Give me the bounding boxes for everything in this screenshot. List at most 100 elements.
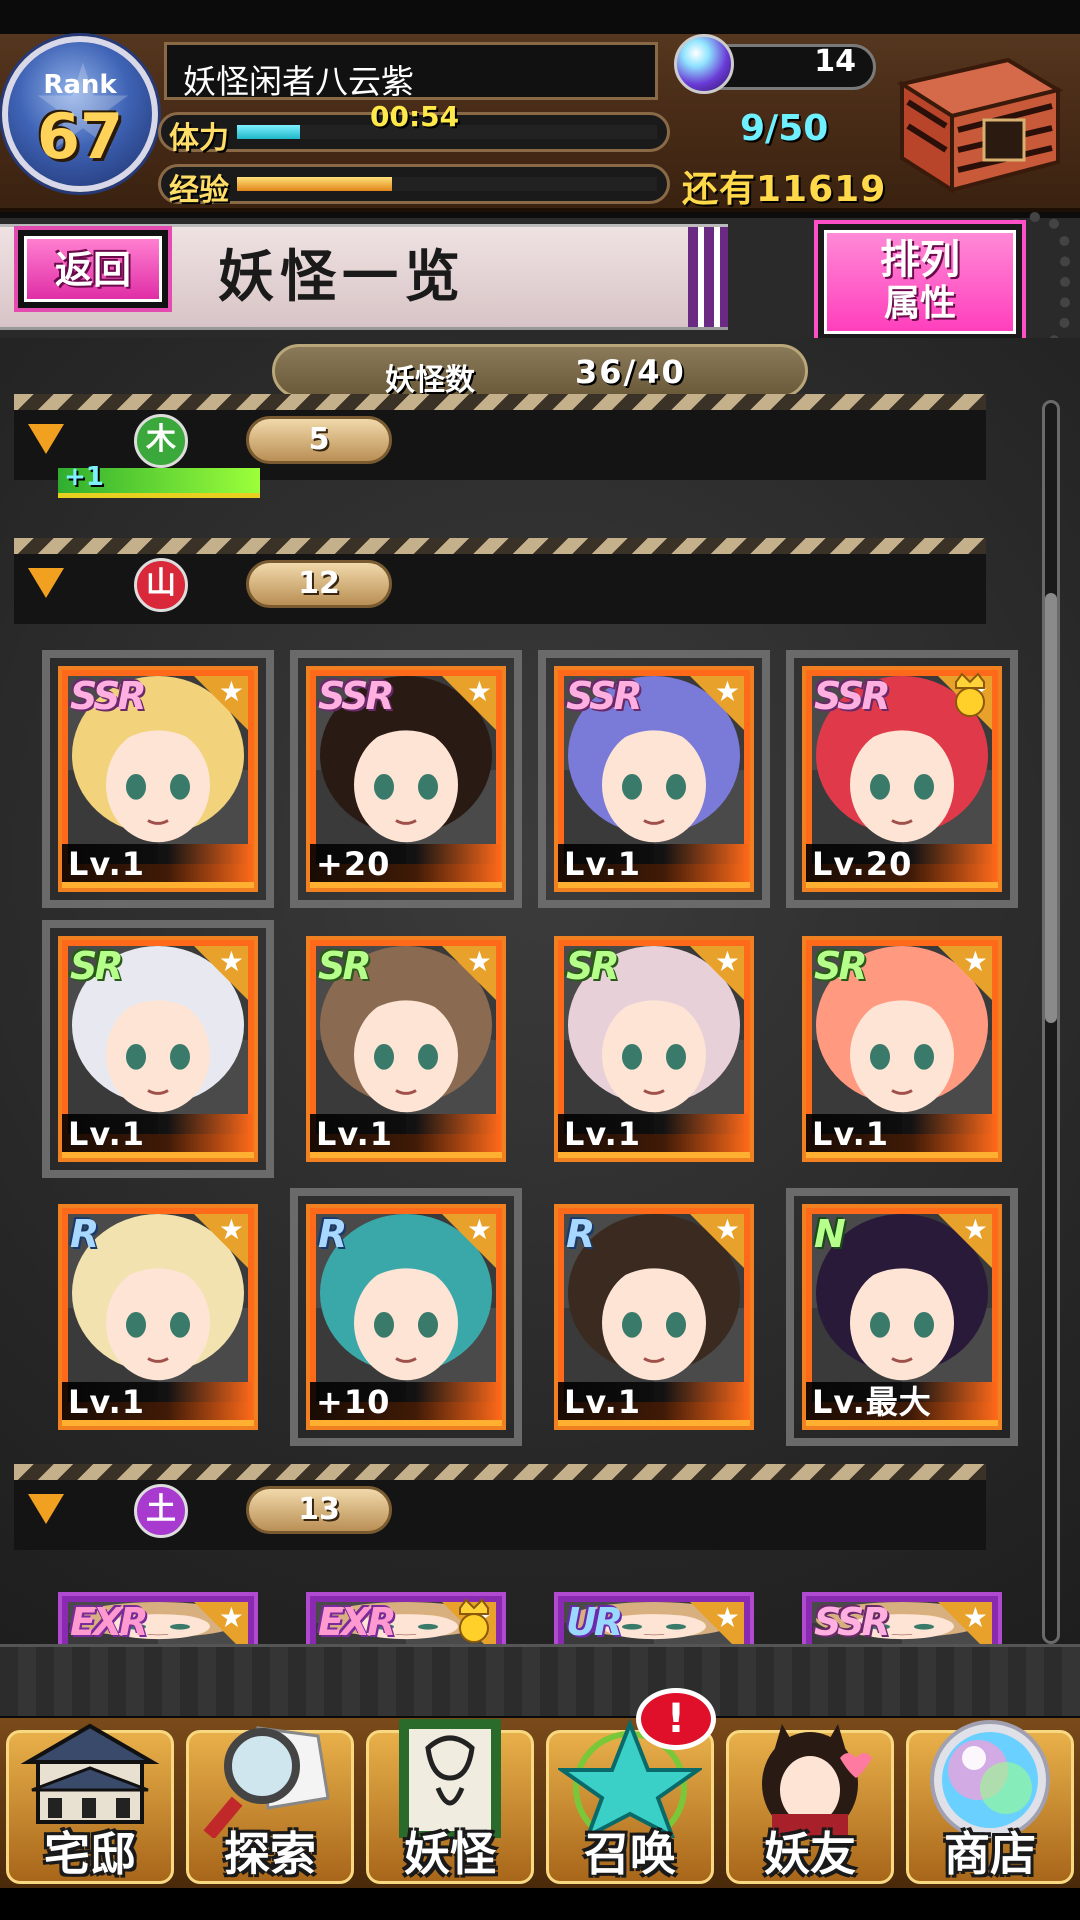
group-header-earth[interactable]: 土 13 bbox=[14, 1464, 986, 1550]
rarity-badge: R bbox=[566, 1212, 595, 1256]
group-header-mountain[interactable]: 山 12 bbox=[14, 538, 986, 624]
yokai-card[interactable]: ★ SR Lv.1 bbox=[554, 936, 754, 1162]
level-label: Lv.1 bbox=[564, 845, 642, 883]
level-bar: Lv.20 bbox=[806, 844, 998, 888]
exp-gauge: 经验 bbox=[158, 164, 670, 208]
gold-medal-icon bbox=[950, 672, 990, 720]
star-icon: ★ bbox=[218, 1601, 244, 1634]
collapse-arrow-icon[interactable] bbox=[28, 424, 64, 454]
exp-fill bbox=[237, 177, 393, 191]
star-icon: ★ bbox=[218, 945, 244, 978]
exp-label: 经验 bbox=[169, 173, 229, 208]
collapse-arrow-icon[interactable] bbox=[28, 568, 64, 598]
rarity-badge: SR bbox=[814, 944, 868, 988]
sort-mode-label: 属性 bbox=[883, 283, 956, 324]
rarity-badge: R bbox=[70, 1212, 99, 1256]
level-label: Lv.1 bbox=[564, 1115, 642, 1153]
sort-button-label: 排列 bbox=[880, 237, 960, 283]
level-label: +10 bbox=[316, 1383, 391, 1421]
spirit-orb-icon bbox=[674, 34, 734, 94]
level-bar: Lv.1 bbox=[62, 1114, 254, 1158]
rarity-badge: SSR bbox=[814, 674, 891, 718]
yokai-card[interactable]: ★ SR Lv.1 bbox=[306, 936, 506, 1162]
earth-attribute-icon: 土 bbox=[134, 1484, 188, 1538]
nav-label: 宅邸 bbox=[44, 1827, 136, 1881]
banner-stripes bbox=[688, 227, 728, 327]
stamina-timer: 00:54 bbox=[370, 100, 460, 133]
level-bar: +20 bbox=[310, 844, 502, 888]
rarity-badge: SSR bbox=[70, 674, 147, 718]
nav-button-0[interactable]: 宅邸 bbox=[0, 1718, 180, 1888]
stamina-fill bbox=[237, 125, 300, 139]
collapse-arrow-icon[interactable] bbox=[28, 1494, 64, 1524]
rarity-badge: R bbox=[318, 1212, 347, 1256]
star-icon: ★ bbox=[466, 945, 492, 978]
page-title: 妖怪一览 bbox=[218, 244, 466, 310]
system-bar bbox=[0, 1888, 1080, 1920]
yokai-count-pill: 妖怪数 36/40 bbox=[272, 344, 808, 398]
yokai-card[interactable]: ★ R Lv.1 bbox=[58, 1204, 258, 1430]
nav-button-1[interactable]: 探索 bbox=[180, 1718, 360, 1888]
sort-button[interactable]: 排列 属性 bbox=[814, 220, 1026, 344]
star-icon: ★ bbox=[714, 1213, 740, 1246]
rarity-badge: SR bbox=[566, 944, 620, 988]
nav-label: 探索 bbox=[224, 1827, 316, 1881]
nav-label: 商店 bbox=[944, 1827, 1036, 1881]
yokai-card[interactable]: ★ R Lv.1 bbox=[554, 1204, 754, 1430]
star-icon: ★ bbox=[962, 945, 988, 978]
rank-label: Rank bbox=[43, 70, 117, 100]
wood-attribute-icon: 木 bbox=[134, 414, 188, 468]
rank-badge[interactable]: ★ Rank 67 bbox=[2, 36, 158, 192]
star-icon: ★ bbox=[714, 945, 740, 978]
rarity-badge: SR bbox=[70, 944, 124, 988]
nav-button-2[interactable]: 妖怪 bbox=[360, 1718, 540, 1888]
group-count: 13 bbox=[246, 1486, 392, 1534]
yokai-card[interactable]: ★ SSR bbox=[802, 1592, 1002, 1644]
mountain-attribute-icon: 山 bbox=[134, 558, 188, 612]
yokai-card[interactable]: ★ UR bbox=[554, 1592, 754, 1644]
rarity-badge: UR bbox=[566, 1600, 623, 1644]
group-count: 5 bbox=[246, 416, 392, 464]
rarity-badge: SSR bbox=[814, 1600, 891, 1644]
star-icon: ★ bbox=[714, 675, 740, 708]
nav-button-4[interactable]: 妖友 bbox=[720, 1718, 900, 1888]
level-label: Lv.1 bbox=[68, 1383, 146, 1421]
level-bar: Lv.1 bbox=[310, 1114, 502, 1158]
group-bonus-bar: +1 bbox=[58, 462, 260, 498]
orb-count: 14 bbox=[814, 44, 856, 79]
treasure-chest-icon[interactable] bbox=[888, 50, 1064, 196]
level-label: +20 bbox=[316, 845, 391, 883]
nav-label: 妖友 bbox=[764, 1827, 856, 1881]
level-label: Lv.最大 bbox=[812, 1383, 932, 1421]
yokai-list[interactable]: 妖怪数 36/40 木 5 +1 山 12 ★ SSR Lv.1 ★ SSR +20 ★ SS… bbox=[0, 338, 1080, 1644]
exp-remaining: 还有11619 bbox=[682, 169, 887, 210]
star-icon: ★ bbox=[466, 1213, 492, 1246]
yokai-card[interactable]: ★SSRLv.20 bbox=[786, 650, 1018, 908]
level-bar: Lv.1 bbox=[558, 1114, 750, 1158]
nav-button-5[interactable]: 商店 bbox=[900, 1718, 1080, 1888]
yokai-card[interactable]: ★ SR Lv.1 bbox=[42, 920, 274, 1178]
star-icon: ★ bbox=[218, 675, 244, 708]
yokai-card[interactable]: ★ SSR +20 bbox=[290, 650, 522, 908]
rarity-badge: N bbox=[814, 1212, 846, 1256]
yokai-card[interactable]: ★ R +10 bbox=[290, 1188, 522, 1446]
yokai-card[interactable]: ★ SSR Lv.1 bbox=[538, 650, 770, 908]
group-bonus: +1 bbox=[64, 462, 104, 492]
yokai-card[interactable]: ★ N Lv.最大 bbox=[786, 1188, 1018, 1446]
rank-value: 67 bbox=[36, 100, 124, 173]
rarity-badge: SSR bbox=[318, 674, 395, 718]
back-button[interactable]: 返回 bbox=[14, 226, 172, 312]
yokai-card[interactable]: ★ EXR bbox=[58, 1592, 258, 1644]
level-label: Lv.1 bbox=[68, 1115, 146, 1153]
yokai-card[interactable]: ★EXR bbox=[306, 1592, 506, 1644]
exp-track bbox=[237, 177, 657, 191]
yokai-card[interactable]: ★ SR Lv.1 bbox=[802, 936, 1002, 1162]
level-bar: Lv.1 bbox=[62, 844, 254, 888]
yokai-card[interactable]: ★ SSR Lv.1 bbox=[42, 650, 274, 908]
scrollbar-thumb[interactable] bbox=[1045, 593, 1057, 1023]
rarity-badge: EXR bbox=[318, 1600, 397, 1644]
nav-label: 妖怪 bbox=[404, 1827, 496, 1881]
player-name: 妖怪闲者八云紫 bbox=[183, 62, 414, 101]
rarity-badge: EXR bbox=[70, 1600, 149, 1644]
star-icon: ★ bbox=[218, 1213, 244, 1246]
